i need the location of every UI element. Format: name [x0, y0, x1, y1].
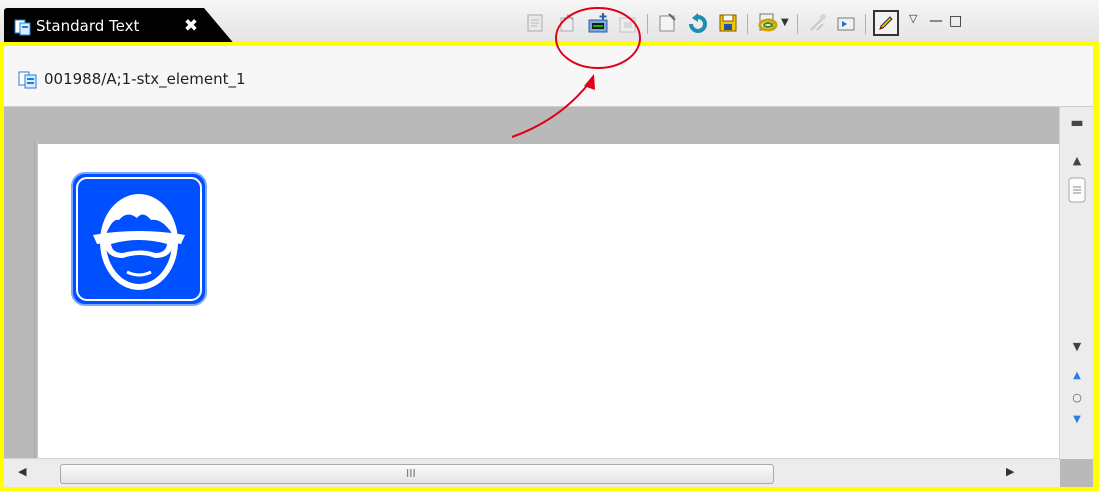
back-icon[interactable] — [687, 12, 709, 34]
scroll-grip: III — [406, 467, 416, 480]
insert-object-icon[interactable] — [587, 12, 609, 34]
editor-panel: 001988/A;1-stx_element_1 ▬ ▲ ▼ ▲ ○ ▼ ◀ I… — [4, 46, 1093, 487]
scroll-down-icon[interactable]: ▼ — [1067, 337, 1087, 357]
previous-page-icon[interactable]: ▲ — [1067, 366, 1087, 386]
next-page-icon[interactable]: ▼ — [1067, 410, 1087, 430]
view-icon[interactable] — [835, 12, 857, 34]
tab-label: Standard Text — [36, 17, 140, 35]
link-icon[interactable] — [757, 12, 779, 34]
select-browse-object-icon[interactable]: ○ — [1067, 388, 1087, 408]
scroll-up-icon[interactable]: ▲ — [1067, 151, 1087, 171]
canvas-area: ▬ ▲ ▼ ▲ ○ ▼ ◀ III ▶ — [4, 107, 1093, 487]
edit-pencil-icon[interactable] — [873, 10, 899, 36]
dropdown-arrow-icon[interactable]: ▼ — [781, 12, 793, 34]
save-icon[interactable] — [717, 12, 739, 34]
document-header: 001988/A;1-stx_element_1 — [4, 46, 1093, 107]
view-menu-icon[interactable]: ▽ — [909, 12, 925, 34]
tab-standard-text[interactable]: Standard Text ✖ — [4, 8, 236, 46]
scroll-right-icon[interactable]: ▶ — [1006, 465, 1014, 478]
safety-goggles-sign-icon[interactable] — [71, 172, 207, 306]
horizontal-scroll-thumb[interactable]: III — [60, 464, 774, 484]
editor-frame: 001988/A;1-stx_element_1 ▬ ▲ ▼ ▲ ○ ▼ ◀ I… — [0, 42, 1099, 491]
disabled-tool-icon[interactable] — [807, 12, 829, 34]
disabled-insert-icon[interactable] — [617, 12, 639, 34]
properties-icon[interactable] — [657, 12, 679, 34]
edit-properties-icon[interactable] — [525, 12, 547, 34]
document-page[interactable] — [38, 144, 1060, 459]
check-out-icon[interactable] — [557, 12, 579, 34]
horizontal-scrollbar[interactable]: ◀ III ▶ — [4, 458, 1060, 487]
scroll-left-icon[interactable]: ◀ — [18, 465, 26, 478]
document-icon — [14, 19, 31, 36]
document-icon — [18, 71, 37, 89]
minimize-icon[interactable]: — — [929, 12, 947, 34]
document-title: 001988/A;1-stx_element_1 — [44, 70, 246, 88]
vertical-scrollbar[interactable]: ▬ ▲ ▼ ▲ ○ ▼ — [1059, 107, 1093, 459]
scroll-handle-icon[interactable]: ▬ — [1067, 113, 1087, 133]
maximize-icon[interactable]: □ — [949, 12, 967, 34]
close-icon[interactable]: ✖ — [181, 16, 201, 36]
vertical-scroll-thumb[interactable] — [1068, 177, 1086, 203]
